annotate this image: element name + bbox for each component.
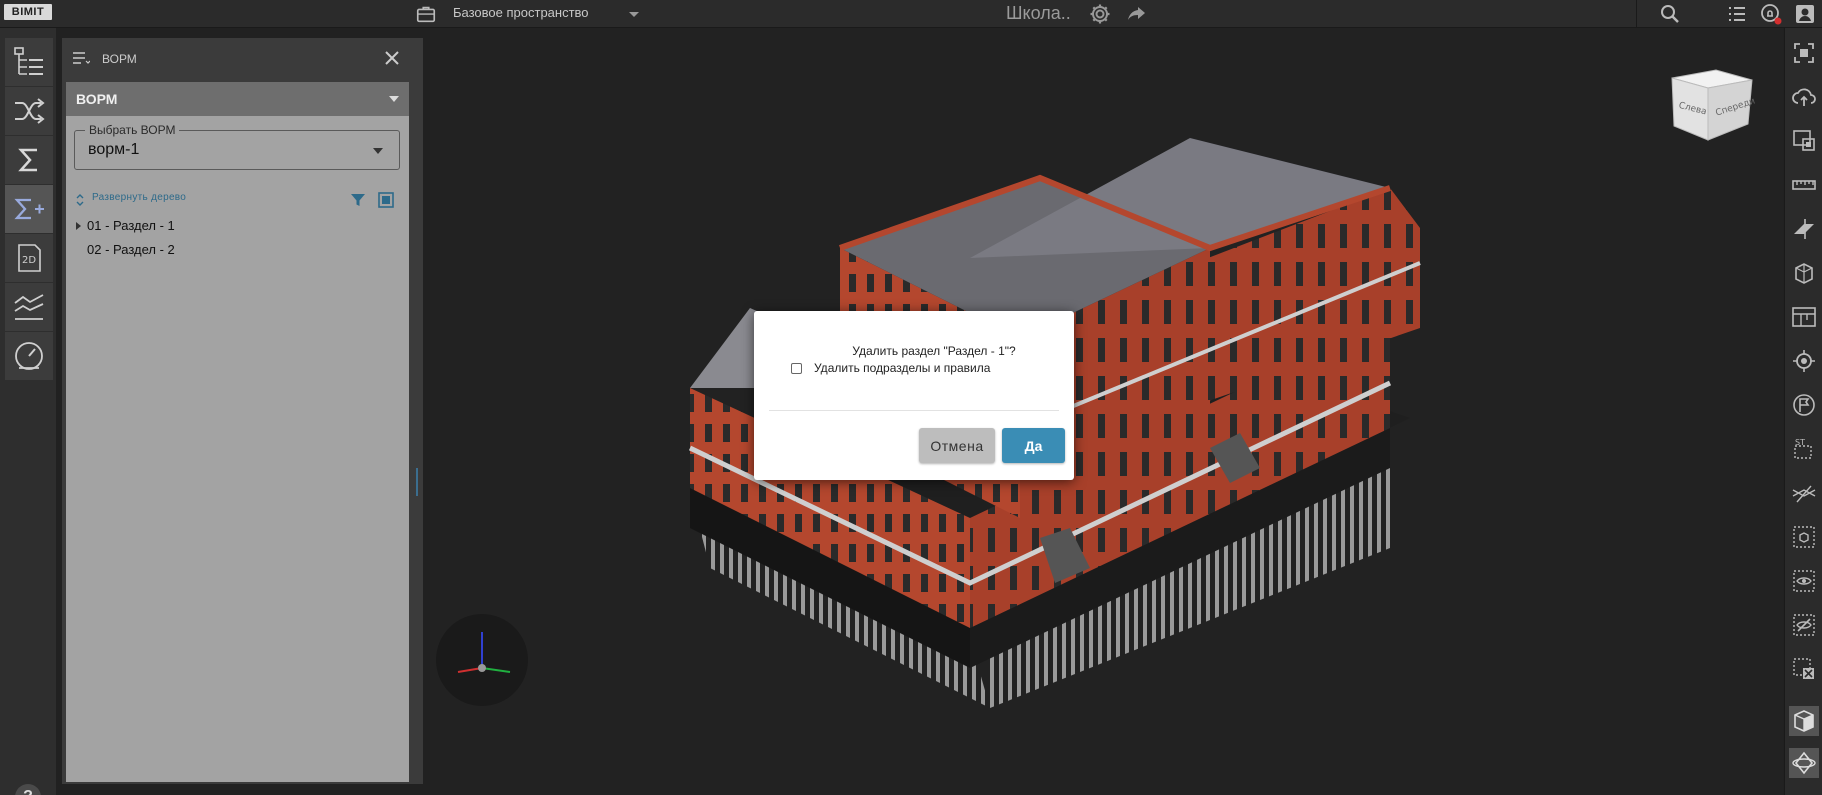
modal-overlay: Удалить раздел "Раздел - 1"? Удалить под…: [0, 0, 1822, 795]
delete-section-dialog: Удалить раздел "Раздел - 1"? Удалить под…: [754, 311, 1074, 480]
app-root: BIMIT Базовое пространство Школа.. 2D ВО…: [0, 0, 1822, 795]
confirm-button[interactable]: Да: [1002, 428, 1065, 463]
dialog-question: Удалить раздел "Раздел - 1"?: [852, 344, 1016, 358]
dialog-divider: [769, 410, 1059, 411]
checkbox-label[interactable]: Удалить подразделы и правила: [814, 361, 990, 375]
delete-subsections-checkbox[interactable]: [791, 363, 802, 374]
cancel-button[interactable]: Отмена: [919, 428, 995, 463]
